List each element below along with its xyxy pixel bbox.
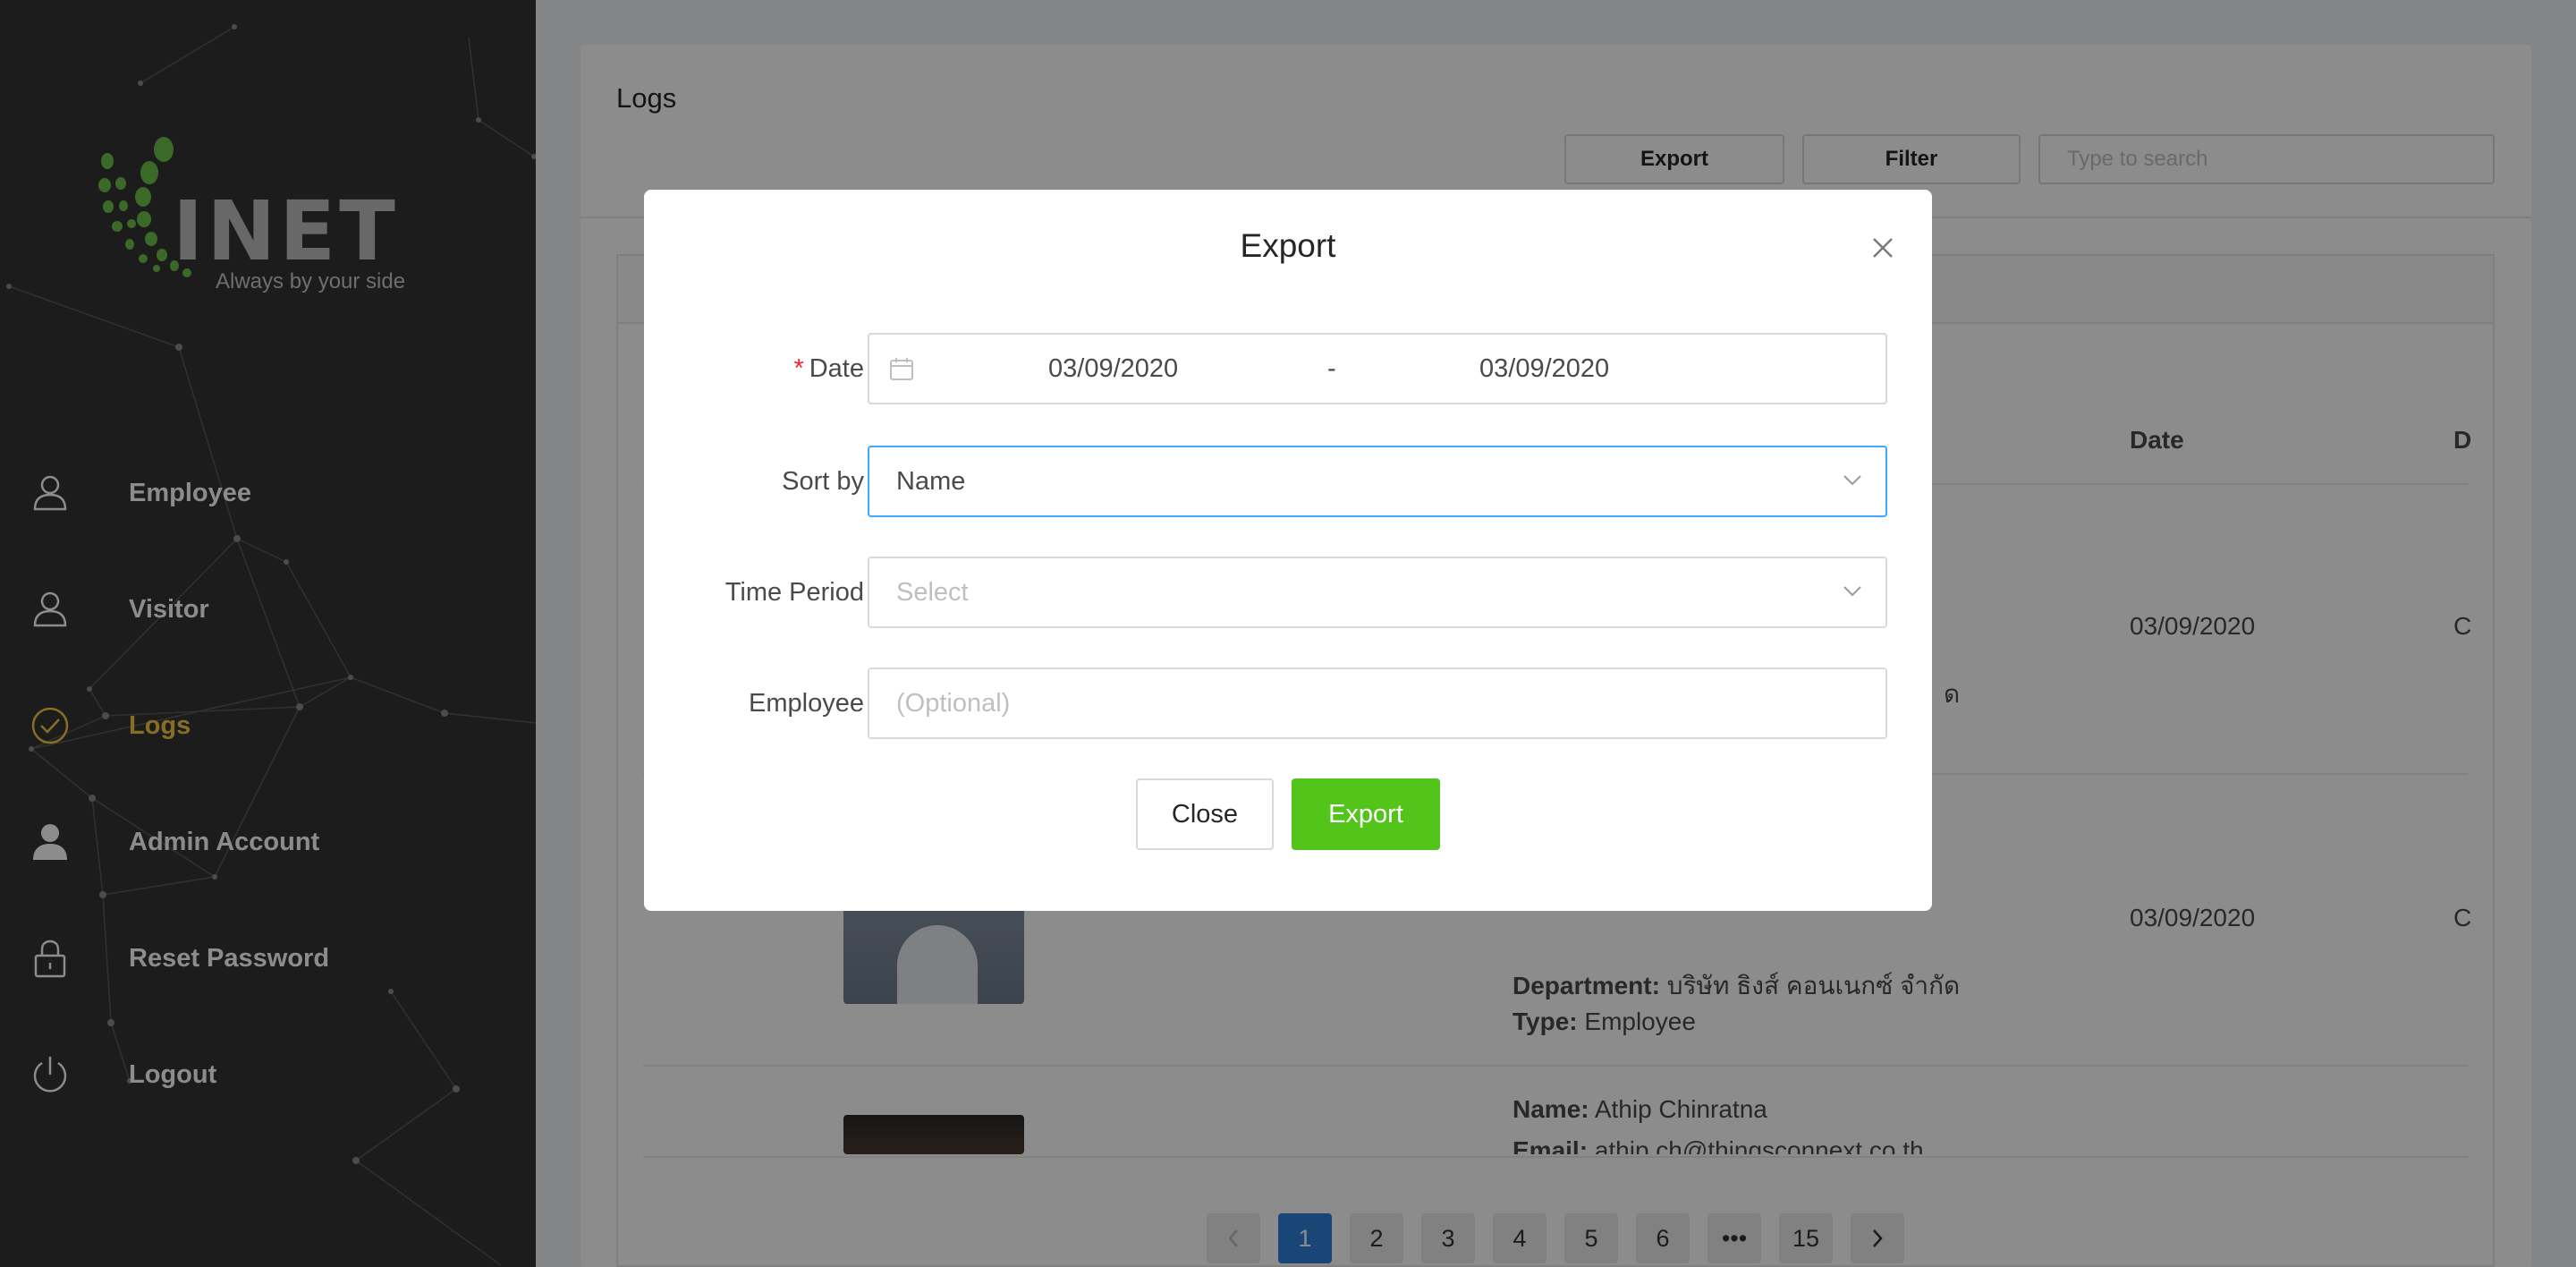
- date-end-value[interactable]: 03/09/2020: [1479, 354, 1609, 384]
- close-icon[interactable]: [1869, 234, 1896, 261]
- time-period-label: Time Period: [724, 578, 864, 607]
- employee-placeholder: (Optional): [896, 689, 1011, 718]
- time-period-select[interactable]: Select: [868, 557, 1887, 628]
- export-confirm-button[interactable]: Export: [1292, 778, 1440, 850]
- sort-by-select[interactable]: Name: [868, 446, 1887, 517]
- date-range-picker[interactable]: 03/09/2020 - 03/09/2020: [868, 333, 1887, 404]
- modal-title: Export: [1240, 227, 1336, 264]
- calendar-icon: [890, 358, 913, 380]
- employee-label: Employee: [749, 689, 864, 718]
- date-start-value[interactable]: 03/09/2020: [1048, 354, 1178, 384]
- time-period-placeholder: Select: [896, 578, 969, 607]
- sort-by-label: Sort by: [782, 467, 864, 496]
- close-button[interactable]: Close: [1136, 778, 1274, 850]
- required-marker: *: [793, 354, 804, 383]
- chevron-down-icon: [1843, 586, 1861, 597]
- employee-input[interactable]: (Optional): [868, 668, 1887, 739]
- date-label: * Date: [793, 354, 864, 383]
- sort-by-value: Name: [896, 467, 966, 496]
- export-modal: Export * Date 03/09/2020 - 03/09/2020 Sor…: [644, 190, 1932, 911]
- date-separator: -: [1327, 354, 1336, 383]
- chevron-down-icon: [1843, 475, 1861, 486]
